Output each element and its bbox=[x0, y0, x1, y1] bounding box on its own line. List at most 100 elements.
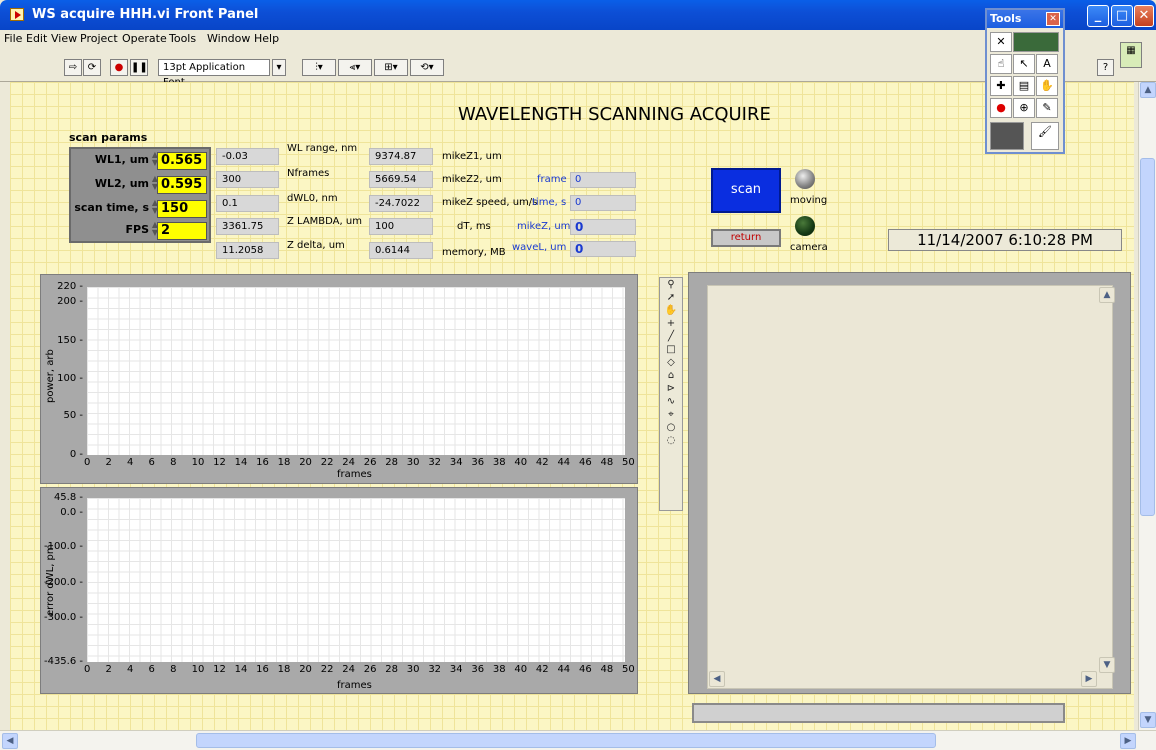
run-arrow-icon[interactable]: ⇨ bbox=[64, 59, 82, 76]
menu-project[interactable]: Project bbox=[80, 32, 118, 45]
resize-objects-icon[interactable]: ⊞▾ bbox=[374, 59, 408, 76]
scan-params-cluster: WL1, um ▲ ▼ 0.565 WL2, um ▲ ▼ 0.595 scan t… bbox=[69, 147, 211, 243]
graph2-ytick: -100.0 - bbox=[43, 541, 83, 553]
probe-icon[interactable]: ⊕ bbox=[1013, 98, 1035, 118]
set-color-icon[interactable] bbox=[990, 122, 1024, 150]
menu-edit[interactable]: Edit bbox=[26, 32, 47, 45]
fps-label: FPS bbox=[125, 223, 150, 236]
arc-icon[interactable]: ◌ bbox=[660, 434, 682, 447]
memory-indicator: 0.6144 bbox=[369, 242, 433, 259]
scan-button[interactable]: scan bbox=[711, 168, 781, 213]
menu-help[interactable]: Help bbox=[254, 32, 279, 45]
image-scroll-right-icon[interactable]: ▶ bbox=[1081, 671, 1097, 687]
line-icon[interactable]: ╱ bbox=[660, 330, 682, 343]
operate-value-icon[interactable]: ☝ bbox=[990, 54, 1012, 74]
position-select-icon[interactable]: ↖ bbox=[1013, 54, 1035, 74]
fps-input[interactable]: 2 bbox=[157, 222, 207, 240]
power-graph-plot-area[interactable] bbox=[87, 287, 625, 455]
breakpoint-icon[interactable]: ● bbox=[990, 98, 1012, 118]
graph2-xtick: 32 bbox=[428, 664, 442, 675]
pointer-icon[interactable]: ➚ bbox=[660, 291, 682, 304]
dwl0-indicator: 0.1 bbox=[216, 195, 279, 212]
mikez1-label: mikeZ1, um bbox=[442, 151, 502, 162]
edit-text-icon[interactable]: A bbox=[1036, 54, 1058, 74]
diamond-icon[interactable]: ◇ bbox=[660, 356, 682, 369]
graph2-xtick: 44 bbox=[557, 664, 571, 675]
minimize-button[interactable]: _ bbox=[1087, 5, 1109, 27]
graph2-xtick: 48 bbox=[600, 664, 614, 675]
wl2-input[interactable]: 0.595 bbox=[157, 176, 207, 194]
annulus-icon[interactable]: ⌖ bbox=[660, 408, 682, 421]
nframes-indicator: 300 bbox=[216, 171, 279, 188]
datetime-display: 11/14/2007 6:10:28 PM bbox=[888, 229, 1122, 251]
graph1-xtick: 20 bbox=[299, 457, 312, 468]
freehand-line-icon[interactable]: ∿ bbox=[660, 395, 682, 408]
image-scroll-down-icon[interactable]: ▼ bbox=[1099, 657, 1115, 673]
wl-range-indicator: -0.03 bbox=[216, 148, 279, 165]
menu-file[interactable]: File bbox=[4, 32, 22, 45]
graph2-xtick: 26 bbox=[363, 664, 377, 675]
mikez2-label: mikeZ2, um bbox=[442, 174, 502, 185]
moving-label: moving bbox=[790, 195, 828, 206]
object-shortcut-menu-icon[interactable]: ▤ bbox=[1013, 76, 1035, 96]
error-graph-plot-area[interactable] bbox=[87, 498, 625, 662]
oval-icon[interactable]: ○ bbox=[660, 421, 682, 434]
image-scroll-up-icon[interactable]: ▲ bbox=[1099, 287, 1115, 303]
graph1-xtick: 28 bbox=[385, 457, 398, 468]
horizontal-scroll-thumb[interactable] bbox=[196, 733, 936, 748]
menu-operate[interactable]: Operate bbox=[122, 32, 167, 45]
connect-wire-icon[interactable]: ✚ bbox=[990, 76, 1012, 96]
align-objects-icon[interactable]: ⫶▾ bbox=[302, 59, 336, 76]
tools-palette-close-icon[interactable]: ✕ bbox=[1046, 12, 1060, 26]
graph1-xtick: 4 bbox=[127, 457, 134, 468]
pan-hand-icon[interactable]: ✋ bbox=[660, 304, 682, 317]
crosshair-icon[interactable]: + bbox=[660, 317, 682, 330]
image-scroll-left-icon[interactable]: ◀ bbox=[709, 671, 725, 687]
automatic-selection-icon[interactable] bbox=[1013, 32, 1059, 52]
graph1-xtick: 50 bbox=[622, 457, 635, 468]
help-icon[interactable]: ? bbox=[1097, 59, 1114, 76]
graph1-xtick: 24 bbox=[342, 457, 355, 468]
dwl0-label: dWL0, nm bbox=[287, 193, 338, 204]
wl2-label: WL2, um bbox=[94, 177, 149, 190]
scroll-down-icon[interactable]: ▼ bbox=[1140, 712, 1156, 728]
z-delta-label: Z delta, um bbox=[287, 240, 345, 251]
graph2-xtick: 4 bbox=[127, 664, 134, 675]
image-canvas[interactable] bbox=[707, 285, 1113, 689]
scroll-up-icon[interactable]: ▲ bbox=[1140, 82, 1156, 98]
mikez-label: mikeZ, um bbox=[517, 221, 571, 232]
scroll-right-icon[interactable]: ▶ bbox=[1120, 733, 1136, 749]
close-button[interactable]: ✕ bbox=[1134, 5, 1154, 27]
paint-brush-icon[interactable]: 🖌 bbox=[1031, 122, 1059, 150]
polygon-icon[interactable]: ⌂ bbox=[660, 369, 682, 382]
graph1-xtick: 6 bbox=[148, 457, 155, 468]
wavel-indicator: 0 bbox=[570, 241, 636, 257]
freehand-polygon-icon[interactable]: ⊳ bbox=[660, 382, 682, 395]
menu-view[interactable]: View bbox=[51, 32, 77, 45]
reorder-icon[interactable]: ⟲▾ bbox=[410, 59, 444, 76]
run-continuously-icon[interactable]: ⟳ bbox=[83, 59, 101, 76]
menu-tools[interactable]: Tools bbox=[169, 32, 196, 45]
vertical-scrollbar[interactable]: ▲ ▼ bbox=[1138, 82, 1156, 730]
abort-icon[interactable]: ● bbox=[110, 59, 128, 76]
return-button[interactable]: return bbox=[711, 229, 781, 247]
rectangle-icon[interactable]: □ bbox=[660, 343, 682, 356]
pause-icon[interactable]: ❚❚ bbox=[130, 59, 148, 76]
distribute-objects-icon[interactable]: ⫷▾ bbox=[338, 59, 372, 76]
get-color-icon[interactable]: ✎ bbox=[1036, 98, 1058, 118]
menu-window[interactable]: Window bbox=[207, 32, 250, 45]
font-dropdown-arrow-icon[interactable]: ▾ bbox=[272, 59, 286, 76]
horizontal-scrollbar[interactable]: ◀ ▶ bbox=[0, 730, 1156, 750]
wl1-input[interactable]: 0.565 bbox=[157, 152, 207, 170]
scan-time-input[interactable]: 150 bbox=[157, 200, 207, 218]
font-selector[interactable]: 13pt Application Font bbox=[158, 59, 270, 88]
auto-tool-icon[interactable]: ✕ bbox=[990, 32, 1012, 52]
scroll-left-icon[interactable]: ◀ bbox=[2, 733, 18, 749]
graph2-ytick: -200.0 - bbox=[43, 577, 83, 589]
mikez-speed-label: mikeZ speed, um/s bbox=[442, 197, 538, 208]
zoom-icon[interactable]: ⚲ bbox=[660, 278, 682, 291]
maximize-button[interactable]: □ bbox=[1111, 5, 1133, 27]
scroll-window-icon[interactable]: ✋ bbox=[1036, 76, 1058, 96]
vertical-scroll-thumb[interactable] bbox=[1140, 158, 1155, 516]
graph1-ytick: 200 - bbox=[57, 296, 83, 308]
